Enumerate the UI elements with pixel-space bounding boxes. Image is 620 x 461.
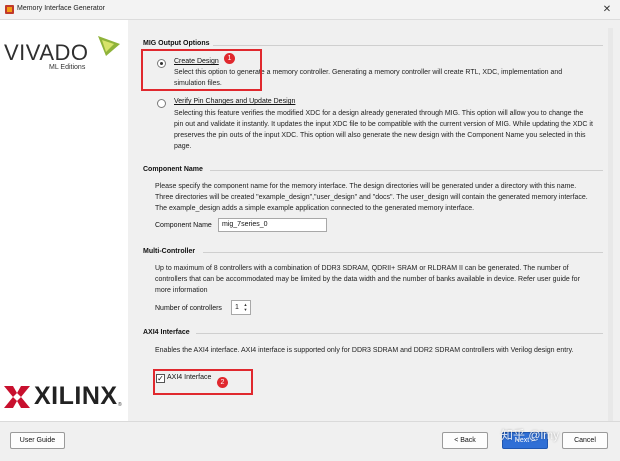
branding-pane: VIVADO ML Editions XILINX ® [0,20,128,421]
xilinx-logo: XILINX ® [4,380,124,410]
xilinx-mark-icon [4,386,30,408]
multi-controller-description: Up to maximum of 8 controllers with a co… [155,265,580,294]
watermark-text: 知乎 @lmy [501,428,560,442]
vivado-edition: ML Editions [49,64,86,71]
window-title: Memory Interface Generator [17,5,105,12]
annotation-marker-1: 1 [224,53,235,64]
app-icon [5,5,14,14]
component-name-description: Please specify the component name for th… [155,183,588,212]
number-of-controllers-label: Number of controllers [155,305,222,312]
section-title-axi4-interface: AXI4 Interface [143,329,190,336]
verify-pin-changes-radio[interactable] [157,99,166,108]
vivado-mark-icon [98,36,120,56]
section-title-mig-output-options: MIG Output Options [143,40,210,47]
spinner-arrows-icon[interactable]: ▲ ▼ [242,302,249,313]
number-of-controllers-spinner[interactable]: 1 ▲ ▼ [231,300,251,315]
vivado-logo: VIVADO ML Editions [4,34,122,74]
annotation-marker-2: 2 [217,377,228,388]
user-guide-button[interactable]: User Guide [10,432,65,449]
close-button[interactable]: ✕ [600,3,614,17]
annotation-box-1 [141,49,262,91]
component-name-label: Component Name [155,222,212,229]
axi4-interface-description: Enables the AXI4 interface. AXI4 interfa… [155,347,574,354]
number-of-controllers-value: 1 [235,304,239,311]
cancel-button[interactable]: Cancel [562,432,608,449]
registered-mark: ® [118,402,122,408]
divider [213,45,603,46]
back-button[interactable]: < Back [442,432,488,449]
verify-pin-changes-label[interactable]: Verify Pin Changes and Update Design [174,98,295,105]
section-title-multi-controller: Multi-Controller [143,248,196,255]
section-title-component-name: Component Name [143,166,203,173]
xilinx-wordmark: XILINX [34,382,118,410]
divider [196,333,603,334]
title-bar: Memory Interface Generator ✕ [0,0,620,20]
vertical-scrollbar[interactable] [608,28,613,421]
divider [203,252,603,253]
component-name-input[interactable]: mig_7series_0 [218,218,327,232]
vivado-wordmark: VIVADO [4,40,89,65]
verify-pin-changes-description: Selecting this feature verifies the modi… [174,110,593,150]
divider [210,170,603,171]
annotation-box-2 [153,369,253,395]
